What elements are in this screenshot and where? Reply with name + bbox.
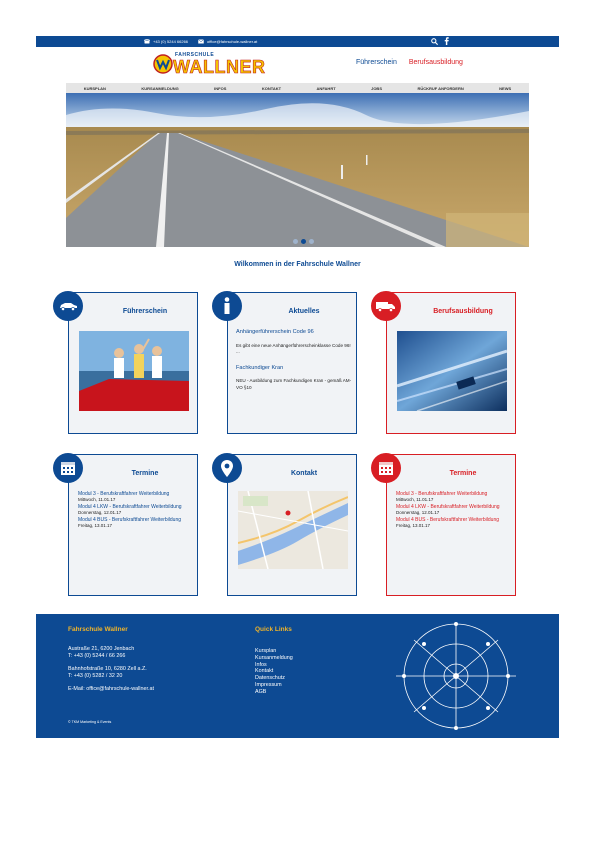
menu-item-kursanmeldung[interactable]: KURSANMELDUNG [141,86,178,91]
phone-jenbach[interactable]: T: +43 (0) 5244 / 66 266 [68,653,154,660]
street-map [238,491,348,569]
nav-berufsausbildung[interactable]: Berufsausbildung [409,59,463,66]
header: FAHRSCHULE WALLNER Führerschein Berufsau… [36,47,559,79]
location-pin-icon [221,459,233,477]
card-termine[interactable]: Termine Modul 3 - Berufskraftfahrer Weit… [53,453,198,596]
menu-item-kontakt[interactable]: KONTAKT [262,86,281,91]
card-badge [371,453,401,483]
card-kontakt[interactable]: Kontakt [212,453,357,596]
truck-icon [376,301,395,312]
quick-link-kontakt[interactable]: Kontakt [255,668,293,675]
phone-zell[interactable]: T: +43 (0) 5282 / 32 20 [68,673,154,680]
card-termine-berufsausbildung[interactable]: Termine Modul 3 - Berufskraftfahrer Weit… [371,453,516,596]
calendar-icon [379,462,393,475]
card-title: Berufsausbildung [433,308,493,315]
card-title: Aktuelles [288,308,320,315]
welcome-heading: Wilkommen in der Fahrschule Wallner [234,261,361,268]
news-text: Es gibt eine neue Anhängerführerscheinkl… [236,342,351,354]
email-text: office@fahrschule-wallner.at [207,39,258,44]
menu-item-rueckruf[interactable]: RÜCKRUF ANFORDERN [417,86,463,91]
event-date: Mittwoch, 11.01.17 [396,497,434,503]
card-badge [53,291,83,321]
hero-slider[interactable] [66,93,529,247]
facebook-icon[interactable] [444,37,449,45]
quick-link-kursplan[interactable]: Kursplan [255,648,293,655]
event-date: Donnerstag, 12.01.17 [396,510,440,516]
footer: Fahrschule Wallner Austraße 21, 6200 Jen… [36,614,559,738]
news-headline[interactable]: Fachkundiger Kran [236,365,354,373]
highway-motion-image [397,331,507,411]
news-text: NEU - Ausbildung zum Fachkundigen Kran -… [236,378,352,390]
card-badge [212,291,242,321]
slider-dot-active[interactable] [301,239,306,244]
events-list: Modul 3 - Berufskraftfahrer Weiterbildun… [396,491,514,530]
map-image[interactable] [238,491,348,569]
region-route-map-graphic [396,622,516,730]
quick-link-kursanmeldung[interactable]: Kursanmeldung [255,655,293,662]
quick-links: Kursplan Kursanmeldung Infos Kontakt Dat… [255,648,293,695]
card-berufsausbildung[interactable]: Berufsausbildung [371,291,516,434]
events-list: Modul 3 - Berufskraftfahrer Weiterbildun… [78,491,196,530]
top-bar: +43 (0) 5244 66266 office@fahrschule-wal… [36,36,559,47]
hero-road-image [66,93,529,247]
card-image [397,331,507,411]
calendar-icon [61,462,75,475]
card-image [79,331,189,411]
friends-in-car-image [79,331,189,411]
card-title: Führerschein [122,308,168,315]
logo-emblem-icon [153,54,173,74]
menu-item-jobs[interactable]: JOBS [371,86,382,91]
quick-links-title: Quick Links [255,626,292,633]
copyright: © TKM Marketing & Events [68,720,112,724]
main-nav: Führerschein Berufsausbildung [356,59,463,66]
address-zell: Bahnhofstraße 10, 6280 Zell a.Z. [68,666,147,673]
event-date: Donnerstag, 12.01.17 [78,510,122,516]
car-icon [60,303,77,311]
card-badge [53,453,83,483]
search-icon[interactable] [431,37,438,45]
mail-icon [198,39,204,44]
phone-text: +43 (0) 5244 66266 [153,39,189,44]
slider-dots [293,239,314,244]
event-date: Mittwoch, 11.01.17 [78,497,116,503]
news-headline[interactable]: Anhängerführerschein Code 96 [236,329,354,337]
menu-bar: KURSPLAN KURSANMELDUNG INFOS KONTAKT ANF… [66,83,529,93]
news-list: Anhängerführerschein Code 96 Es gibt ein… [236,329,354,401]
slider-dot[interactable] [293,239,298,244]
menu-item-kursplan[interactable]: KURSPLAN [84,86,106,91]
event-date: Freitag, 13.01.17 [78,523,113,528]
phone-icon [144,39,150,44]
menu-item-news[interactable]: NEWS [499,86,511,91]
logo-big-text: WALLNER [173,57,266,78]
nav-fuehrerschein[interactable]: Führerschein [356,59,397,66]
card-fuehrerschein[interactable]: Führerschein [53,291,198,434]
card-title: Termine [449,470,477,477]
quick-link-agb[interactable]: AGB [255,689,293,696]
footer-email[interactable]: E-Mail: office@fahrschule-wallner.at [68,686,154,693]
event-date: Freitag, 13.01.17 [396,523,431,528]
logo[interactable]: FAHRSCHULE WALLNER [153,52,265,77]
quick-link-datenschutz[interactable]: Datenschutz [255,675,293,682]
card-aktuelles[interactable]: Aktuelles Anhängerführerschein Code 96 E… [212,291,357,434]
card-title: Kontakt [290,470,318,477]
quick-link-impressum[interactable]: Impressum [255,682,293,689]
phone-contact[interactable]: +43 (0) 5244 66266 [144,39,188,44]
address-jenbach: Austraße 21, 6200 Jenbach [68,646,135,652]
email-contact[interactable]: office@fahrschule-wallner.at [198,39,257,44]
quick-link-infos[interactable]: Infos [255,662,293,669]
info-icon [224,297,230,314]
footer-address: Austraße 21, 6200 Jenbach T: +43 (0) 524… [68,646,154,693]
page: +43 (0) 5244 66266 office@fahrschule-wal… [36,36,559,738]
menu-item-anfahrt[interactable]: ANFAHRT [317,86,336,91]
menu-item-infos[interactable]: INFOS [214,86,226,91]
card-title: Termine [131,470,159,477]
slider-dot[interactable] [309,239,314,244]
card-badge [212,453,242,483]
footer-title: Fahrschule Wallner [68,626,128,633]
card-badge [371,291,401,321]
